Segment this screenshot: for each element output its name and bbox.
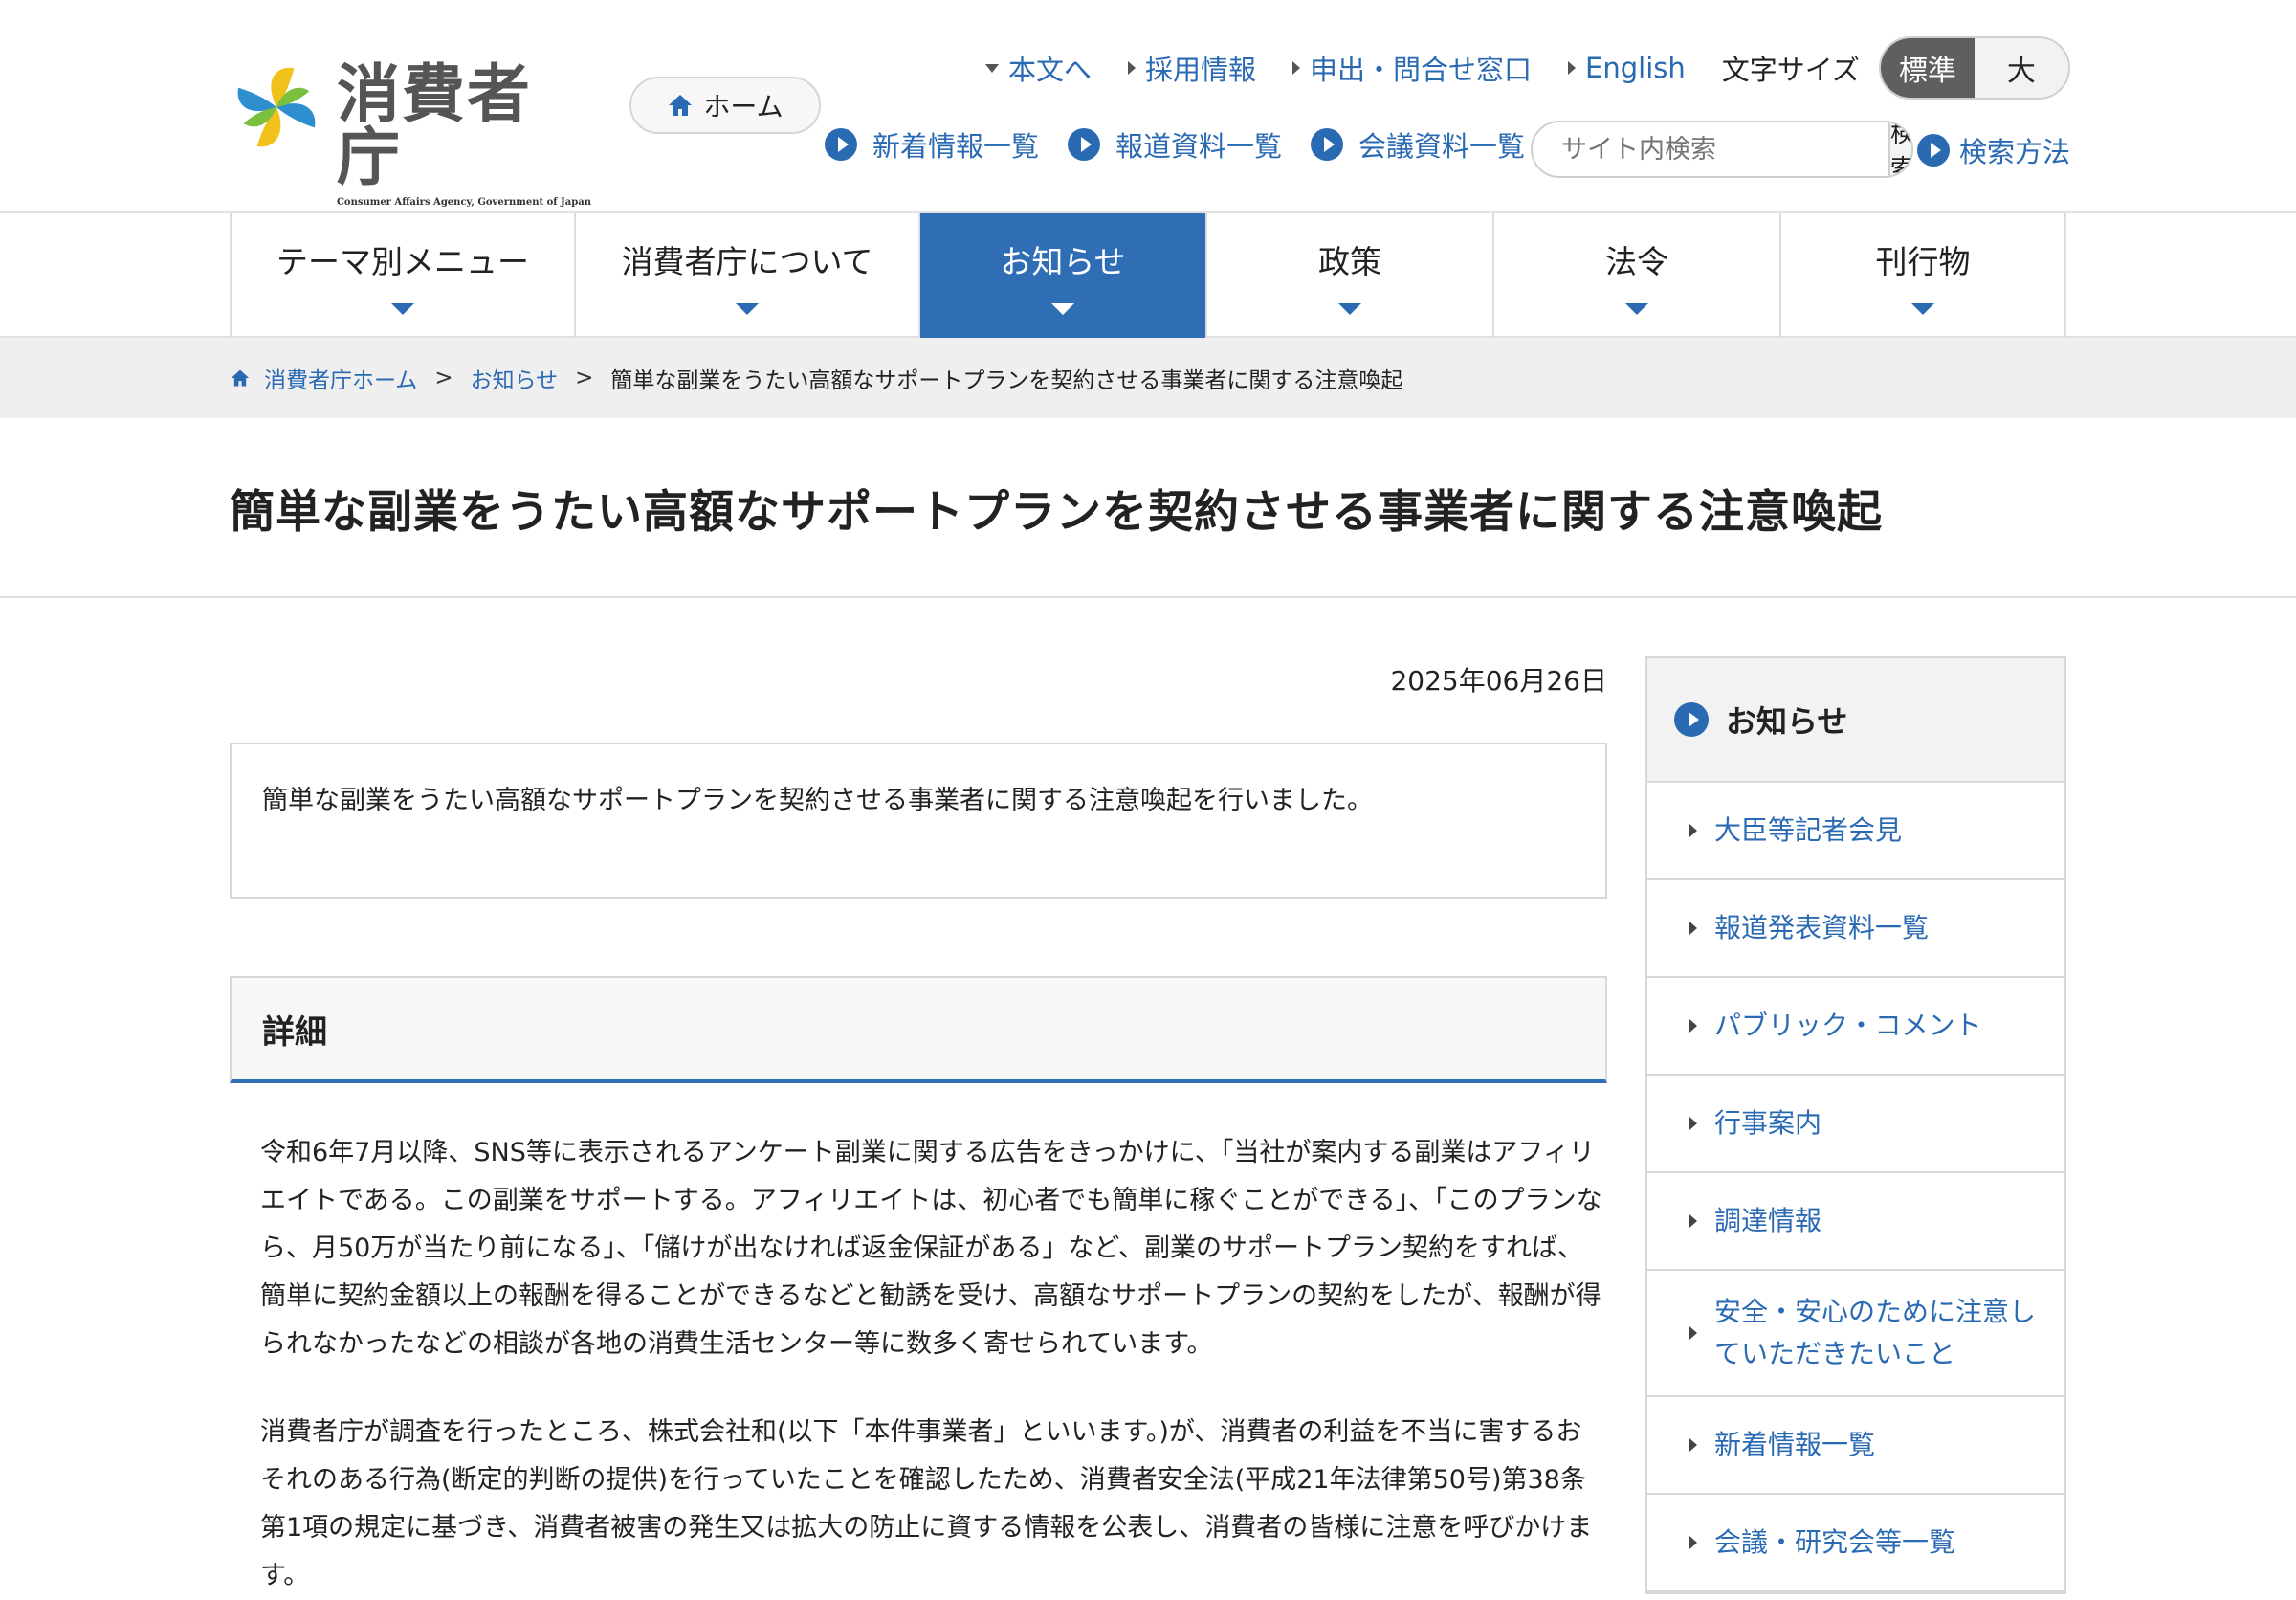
font-size-toggle: 標準 大 xyxy=(1878,36,2070,100)
triangle-down-icon xyxy=(391,303,414,315)
sidebar-item-press-conference[interactable]: 大臣等記者会見 xyxy=(1647,783,2064,880)
chevron-down-icon xyxy=(985,63,999,73)
nav-policy[interactable]: 政策 xyxy=(1207,213,1494,338)
search-help-link[interactable]: 検索方法 xyxy=(1917,130,2070,170)
sidebar-item-press-releases[interactable]: 報道発表資料一覧 xyxy=(1647,880,2064,978)
page-title: 簡単な副業をうたい高額なサポートプランを契約させる事業者に関する注意喚起 xyxy=(230,486,1883,539)
sidebar-item-procurement[interactable]: 調達情報 xyxy=(1647,1173,2064,1271)
contact-link[interactable]: 申出・問合せ窓口 xyxy=(1292,48,1532,88)
divider xyxy=(0,596,2296,598)
chevron-right-icon xyxy=(1689,824,1697,837)
chevron-right-icon xyxy=(1689,1214,1697,1228)
font-size-label: 文字サイズ xyxy=(1721,54,1860,86)
search-input[interactable] xyxy=(1533,122,1888,176)
circle-arrow-icon xyxy=(1917,134,1950,167)
circle-arrow-icon xyxy=(1674,702,1709,737)
nav-news[interactable]: お知らせ xyxy=(920,213,1207,338)
recruit-link[interactable]: 採用情報 xyxy=(1128,48,1256,88)
chevron-right-icon xyxy=(1689,1438,1697,1452)
home-icon xyxy=(669,95,693,116)
breadcrumb-separator: > xyxy=(575,366,594,390)
sidebar-item-new-info[interactable]: 新着情報一覧 xyxy=(1647,1397,2064,1495)
nav-about[interactable]: 消費者庁について xyxy=(576,213,920,338)
home-icon xyxy=(231,369,250,387)
new-info-link[interactable]: 新着情報一覧 xyxy=(825,124,1039,165)
breadcrumb-home-link[interactable]: 消費者庁ホーム xyxy=(230,362,417,394)
home-button[interactable]: ホーム xyxy=(629,77,821,134)
sidebar-item-safety-notice[interactable]: 安全・安心のために注意していただきたいこと xyxy=(1647,1271,2064,1397)
skip-to-content-link[interactable]: 本文へ xyxy=(985,48,1092,88)
breadcrumb-parent-link[interactable]: お知らせ xyxy=(471,362,559,394)
sidebar-heading: お知らせ xyxy=(1647,658,2064,783)
circle-arrow-icon xyxy=(1068,128,1101,161)
circle-arrow-icon xyxy=(825,128,857,161)
sidebar-item-public-comment[interactable]: パブリック・コメント xyxy=(1647,978,2064,1076)
chevron-right-icon xyxy=(1689,1117,1697,1130)
section-heading: 詳細 xyxy=(230,976,1607,1083)
chevron-right-icon xyxy=(1689,1536,1697,1549)
sidebar: お知らせ 大臣等記者会見 報道発表資料一覧 パブリック・コメント 行事案内 調達… xyxy=(1645,656,2066,1594)
breadcrumb-separator: > xyxy=(434,366,453,390)
meeting-materials-link[interactable]: 会議資料一覧 xyxy=(1311,124,1525,165)
summary-box: 簡単な副業をうたい高額なサポートプランを契約させる事業者に関する注意喚起を行いま… xyxy=(230,743,1607,899)
font-size-standard-button[interactable]: 標準 xyxy=(1880,38,1975,98)
site-logo[interactable]: 消費者庁 Consumer Affairs Agency, Government… xyxy=(228,57,591,208)
logo-pinwheel-icon xyxy=(237,67,316,147)
logo-text: 消費者庁 xyxy=(336,57,532,194)
chevron-right-icon xyxy=(1689,1326,1697,1340)
body-paragraph: 消費者庁が調査を行ったところ、株式会社和(以下「本件事業者」といいます。)が、消… xyxy=(260,1417,1593,1590)
font-size-large-button[interactable]: 大 xyxy=(1974,38,2068,98)
main-nav: テーマ別メニュー 消費者庁について お知らせ 政策 法令 刊行物 xyxy=(0,211,2296,338)
home-label: ホーム xyxy=(703,91,784,122)
summary-text: 簡単な副業をうたい高額なサポートプランを契約させる事業者に関する注意喚起を行いま… xyxy=(262,786,1373,815)
sub-links: 新着情報一覧 報道資料一覧 会議資料一覧 xyxy=(825,124,1554,165)
nav-publications[interactable]: 刊行物 xyxy=(1781,213,2066,338)
chevron-right-icon xyxy=(1689,1019,1697,1033)
chevron-right-icon xyxy=(1292,61,1301,75)
triangle-down-icon xyxy=(1338,303,1361,315)
breadcrumb: 消費者庁ホーム > お知らせ > 簡単な副業をうたい高額なサポートプランを契約さ… xyxy=(0,338,2296,418)
chevron-right-icon xyxy=(1128,61,1137,75)
sidebar-item-meetings[interactable]: 会議・研究会等一覧 xyxy=(1647,1495,2064,1592)
body-paragraph: 令和6年7月以降、SNS等に表示されるアンケート副業に関する広告をきっかけに、「… xyxy=(260,1138,1602,1359)
triangle-down-icon xyxy=(1911,303,1934,315)
triangle-down-icon xyxy=(1625,303,1648,315)
nav-theme-menu[interactable]: テーマ別メニュー xyxy=(232,213,576,338)
logo-subtitle: Consumer Affairs Agency, Government of J… xyxy=(336,197,591,208)
triangle-down-icon xyxy=(1051,303,1074,315)
breadcrumb-current: 簡単な副業をうたい高額なサポートプランを契約させる事業者に関する注意喚起 xyxy=(610,368,1403,393)
site-search: 検索 xyxy=(1531,121,1913,178)
sidebar-item-events[interactable]: 行事案内 xyxy=(1647,1076,2064,1173)
circle-arrow-icon xyxy=(1311,128,1344,161)
utility-links: 本文へ 採用情報 申出・問合せ窓口 English 文字サイズ 標準 大 xyxy=(985,36,2070,100)
search-button[interactable]: 検索 xyxy=(1888,122,1911,176)
publish-date: 2025年06月26日 xyxy=(1390,665,1607,697)
triangle-down-icon xyxy=(736,303,759,315)
press-release-link[interactable]: 報道資料一覧 xyxy=(1068,124,1282,165)
chevron-right-icon xyxy=(1568,61,1577,75)
nav-law[interactable]: 法令 xyxy=(1494,213,1781,338)
english-link[interactable]: English xyxy=(1568,52,1686,84)
chevron-right-icon xyxy=(1689,922,1697,935)
site-header: 消費者庁 Consumer Affairs Agency, Government… xyxy=(0,0,2296,211)
